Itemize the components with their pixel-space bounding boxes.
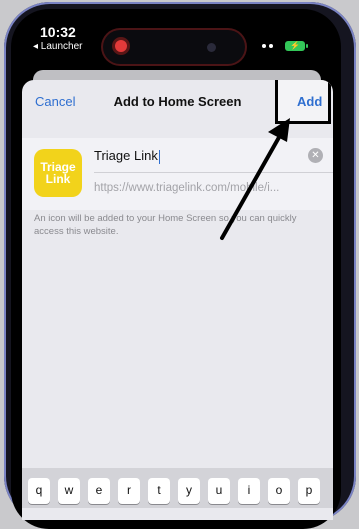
key-q[interactable]: q <box>28 478 50 504</box>
key-t[interactable]: t <box>148 478 170 504</box>
annotation-arrow-icon <box>220 118 290 240</box>
key-y[interactable]: y <box>178 478 200 504</box>
key-o[interactable]: o <box>268 478 290 504</box>
key-u[interactable]: u <box>208 478 230 504</box>
key-p[interactable]: p <box>298 478 320 504</box>
key-e[interactable]: e <box>88 478 110 504</box>
key-i[interactable]: i <box>238 478 260 504</box>
key-w[interactable]: w <box>58 478 80 504</box>
key-r[interactable]: r <box>118 478 140 504</box>
